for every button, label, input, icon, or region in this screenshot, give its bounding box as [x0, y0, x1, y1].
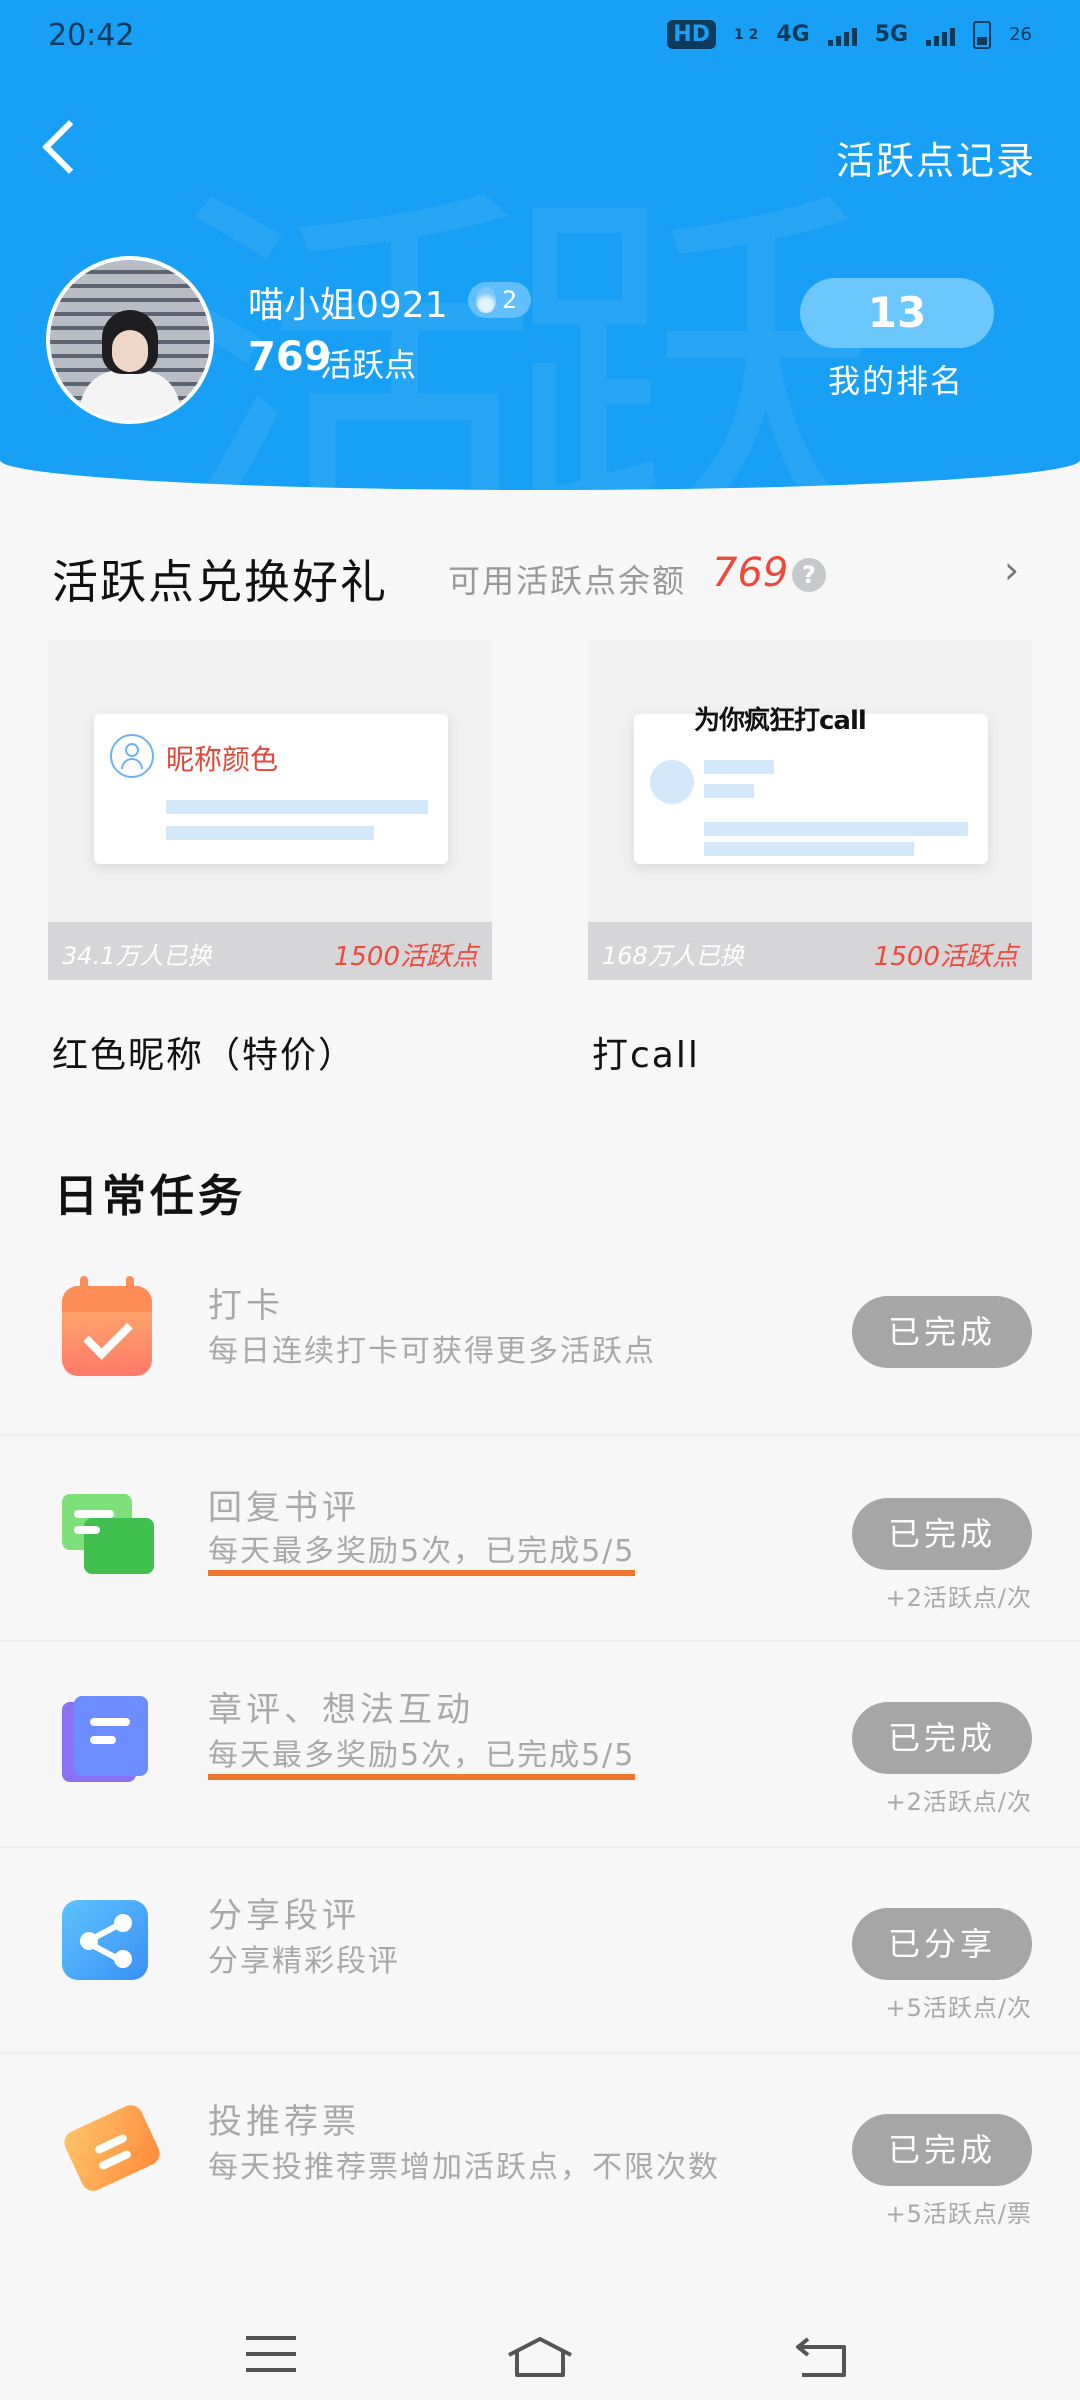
preview-line	[704, 842, 914, 856]
calendar-top	[62, 1286, 152, 1312]
task-reward: +5活跃点/票	[885, 2200, 1032, 2228]
share-bubble	[62, 1900, 148, 1980]
task-status-button[interactable]: 已完成	[852, 1702, 1032, 1774]
hd-sub-label: 1 2	[733, 26, 759, 43]
calendar-ring	[80, 1276, 88, 1298]
back-icon[interactable]	[794, 2335, 852, 2379]
gift-card-red-nickname[interactable]: 昵称颜色 34.1万人已换 1500活跃点	[48, 640, 492, 980]
daily-tasks-title: 日常任务	[54, 1171, 246, 1222]
task-row-recommend-ticket: 投推荐票 每天投推荐票增加活跃点，不限次数 已完成 +5活跃点/票	[0, 2054, 1080, 2258]
preview-nickname-text: 昵称颜色	[166, 744, 279, 775]
chat-bubbles-icon	[62, 1494, 154, 1584]
preview-line	[704, 760, 774, 774]
gift-card-call[interactable]: 为你疯狂打call 168万人已换 1500活跃点	[588, 640, 1032, 980]
status-bar: 20:42 HD 1 2 4G 5G 26	[0, 0, 1080, 80]
task-name: 分享段评	[208, 1896, 360, 1936]
task-status-button[interactable]: 已完成	[852, 1498, 1032, 1570]
status-time: 20:42	[48, 18, 135, 53]
preview-line	[704, 784, 754, 798]
avatar-face	[112, 330, 148, 372]
task-desc: 每天最多奖励5次，已完成5/5	[208, 1526, 636, 1576]
task-status-button[interactable]: 已分享	[852, 1908, 1032, 1980]
preview-line	[166, 826, 374, 840]
exchange-count: 34.1万人已换	[62, 942, 212, 970]
preview-call-text: 为你疯狂打call	[694, 706, 867, 736]
balance-value: 769	[712, 550, 789, 596]
avatar-body	[80, 370, 180, 420]
task-status-button[interactable]: 已完成	[852, 2114, 1032, 2186]
preview-avatar-circle	[650, 760, 694, 804]
balance-label: 可用活跃点余额	[448, 562, 687, 600]
task-row-checkin: 打卡 每日连续打卡可获得更多活跃点 已完成	[0, 1230, 1080, 1436]
exchange-price: 1500活跃点	[873, 942, 1018, 972]
task-reward: +5活跃点/次	[885, 1994, 1032, 2022]
ticket-icon	[60, 2101, 164, 2196]
battery-icon	[973, 20, 992, 49]
preview-line	[704, 822, 968, 836]
exchange-section: 活跃点兑换好礼 可用活跃点余额 769 ? › 昵称颜色 34.1万人已换 15…	[0, 490, 1080, 1110]
preview-line	[166, 800, 428, 814]
header: 活跃 20:42 HD 1 2 4G 5G 26 活跃点记录 喵小姐0921 2…	[0, 0, 1080, 490]
task-desc: 分享精彩段评	[208, 1944, 400, 1979]
username: 喵小姐0921	[248, 285, 448, 326]
menu-icon[interactable]	[246, 2336, 296, 2376]
task-status-button[interactable]: 已完成	[852, 1296, 1032, 1368]
level-badge: 2	[468, 282, 532, 318]
network-4g-label: 4G	[776, 22, 810, 47]
rank-value[interactable]: 13	[800, 278, 994, 348]
rank-label: 我的排名	[828, 362, 965, 400]
task-name: 投推荐票	[208, 2102, 360, 2142]
daily-tasks-section: 日常任务 打卡 每日连续打卡可获得更多活跃点 已完成 回复书评 每天最多奖励5次…	[0, 1130, 1080, 2250]
status-icons: HD 1 2 4G 5G 26	[667, 20, 1032, 49]
exchange-title: 活跃点兑换好礼	[52, 555, 388, 609]
home-icon[interactable]	[505, 2335, 575, 2379]
signal-icon-2	[926, 24, 956, 46]
battery-level: 26	[1009, 24, 1032, 45]
task-row-share: 分享段评 分享精彩段评 已分享 +5活跃点/次	[0, 1848, 1080, 2054]
gift-preview: 为你疯狂打call	[634, 706, 988, 864]
signal-icon	[827, 24, 857, 46]
calendar-check-icon	[62, 1276, 152, 1376]
hd-icon: HD	[667, 20, 716, 49]
task-reward: +2活跃点/次	[885, 1788, 1032, 1816]
share-icon	[62, 1900, 152, 1990]
task-desc: 每天投推荐票增加活跃点，不限次数	[208, 2150, 720, 2185]
check-mark	[83, 1310, 133, 1360]
task-name: 章评、想法互动	[208, 1690, 474, 1730]
task-desc: 每日连续打卡可获得更多活跃点	[208, 1334, 656, 1369]
gift-card-footer: 34.1万人已换 1500活跃点	[48, 922, 492, 980]
exchange-price: 1500活跃点	[333, 942, 478, 972]
gift-card-footer: 168万人已换 1500活跃点	[588, 922, 1032, 980]
points-unit: 活跃点	[320, 346, 417, 384]
level-value: 2	[502, 286, 518, 314]
user-icon	[110, 734, 154, 778]
gift-name[interactable]: 红色昵称（特价）	[52, 1026, 356, 1078]
exchange-count: 168万人已换	[602, 942, 744, 970]
gift-name[interactable]: 打call	[592, 1026, 700, 1078]
chevron-right-icon[interactable]: ›	[1004, 548, 1019, 592]
task-reward: +2活跃点/次	[885, 1584, 1032, 1612]
document-line	[90, 1736, 116, 1744]
gift-preview: 昵称颜色	[94, 714, 448, 864]
bubble-line	[74, 1510, 114, 1518]
help-icon[interactable]: ?	[792, 558, 826, 592]
task-row-chapter-comments: 章评、想法互动 每天最多奖励5次，已完成5/5 已完成 +2活跃点/次	[0, 1642, 1080, 1848]
task-desc: 每天最多奖励5次，已完成5/5	[208, 1730, 636, 1780]
document-line	[90, 1718, 130, 1726]
task-name: 打卡	[208, 1286, 284, 1326]
activity-records-link[interactable]: 活跃点记录	[836, 130, 1036, 185]
points-value: 769	[248, 334, 332, 380]
task-name: 回复书评	[208, 1488, 360, 1528]
calendar-ring	[126, 1276, 134, 1298]
document-stack-icon	[62, 1696, 152, 1786]
chevron-left-icon[interactable]	[42, 120, 96, 174]
flame-icon	[476, 287, 496, 313]
bubble-line	[74, 1526, 100, 1534]
avatar[interactable]	[46, 256, 214, 424]
network-5g-label: 5G	[874, 22, 909, 47]
ticket-shape	[60, 2101, 164, 2195]
task-row-reply-review: 回复书评 每天最多奖励5次，已完成5/5 已完成 +2活跃点/次	[0, 1436, 1080, 1642]
